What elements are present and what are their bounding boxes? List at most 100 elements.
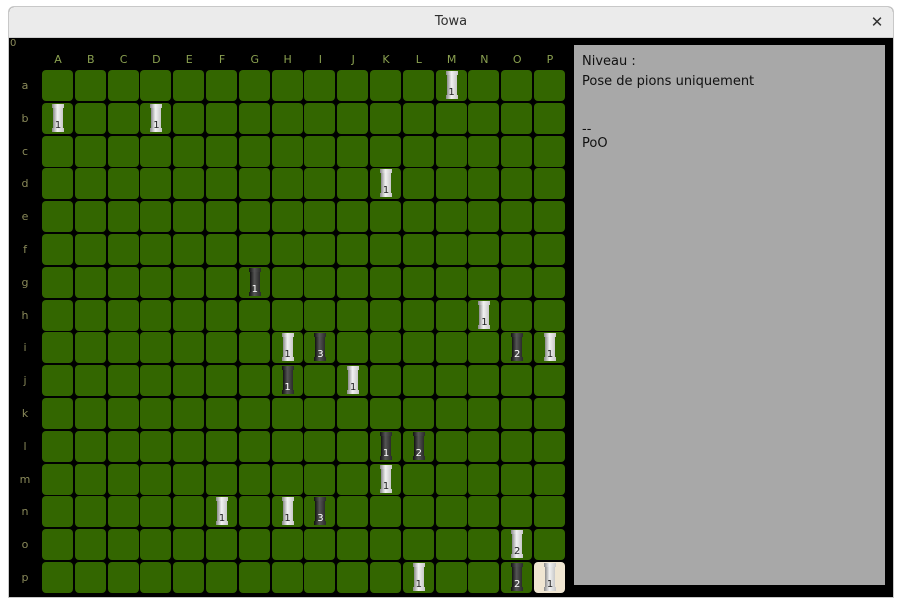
board-cell-eo[interactable] [501,201,533,233]
board-cell-bn[interactable] [468,102,500,134]
board-cell-eh[interactable] [271,201,303,233]
board-cell-am[interactable]: 1 [435,70,467,101]
board-cell-jn[interactable] [468,365,500,397]
board-cell-cb[interactable] [74,135,106,167]
board-cell-gg[interactable]: 1 [238,266,270,298]
board-cell-cp[interactable] [534,135,565,167]
board-cell-ok[interactable] [370,529,401,561]
board-cell-gi[interactable] [304,266,336,298]
board-cell-oa[interactable] [42,529,73,561]
board-cell-ni[interactable]: 3 [304,496,336,528]
board-cell-ac[interactable] [107,70,139,101]
board-cell-ed[interactable] [140,201,172,233]
board-cell-ek[interactable] [370,201,401,233]
board-cell-be[interactable] [173,102,205,134]
board-cell-lf[interactable] [206,430,237,462]
board-cell-hd[interactable] [140,299,172,331]
board-cell-jc[interactable] [107,365,139,397]
board-cell-ce[interactable] [173,135,205,167]
board-cell-hk[interactable] [370,299,401,331]
board-cell-pj[interactable] [337,562,369,593]
board-cell-fc[interactable] [107,234,139,265]
board-cell-bc[interactable] [107,102,139,134]
board-cell-dc[interactable] [107,168,139,200]
board-cell-ap[interactable] [534,70,565,101]
board-cell-bj[interactable] [337,102,369,134]
board-cell-al[interactable] [402,70,434,101]
board-cell-fi[interactable] [304,234,336,265]
board-cell-dl[interactable] [402,168,434,200]
board-cell-mh[interactable] [271,463,303,495]
board-cell-kj[interactable] [337,398,369,429]
board-cell-fp[interactable] [534,234,565,265]
board-cell-oh[interactable] [271,529,303,561]
board-cell-hc[interactable] [107,299,139,331]
board-cell-ca[interactable] [42,135,73,167]
board-cell-pa[interactable] [42,562,73,593]
board-cell-bb[interactable] [74,102,106,134]
board-cell-hl[interactable] [402,299,434,331]
board-cell-jj[interactable]: 1 [337,365,369,397]
board-cell-hg[interactable] [238,299,270,331]
board-cell-dm[interactable] [435,168,467,200]
board-cell-gf[interactable] [206,266,237,298]
board-cell-nb[interactable] [74,496,106,528]
board-cell-mb[interactable] [74,463,106,495]
board-cell-dn[interactable] [468,168,500,200]
board-cell-np[interactable] [534,496,565,528]
board-cell-ab[interactable] [74,70,106,101]
board-cell-hb[interactable] [74,299,106,331]
board-cell-oe[interactable] [173,529,205,561]
board-cell-hi[interactable] [304,299,336,331]
board-cell-ei[interactable] [304,201,336,233]
board-cell-il[interactable] [402,332,434,364]
board-cell-lo[interactable] [501,430,533,462]
board-cell-af[interactable] [206,70,237,101]
board-cell-nc[interactable] [107,496,139,528]
board-cell-ph[interactable] [271,562,303,593]
board-cell-ck[interactable] [370,135,401,167]
board-cell-dk[interactable]: 1 [370,168,401,200]
board-cell-no[interactable] [501,496,533,528]
board-cell-hf[interactable] [206,299,237,331]
board-cell-ml[interactable] [402,463,434,495]
board-cell-fo[interactable] [501,234,533,265]
board-cell-kb[interactable] [74,398,106,429]
board-cell-ep[interactable] [534,201,565,233]
board-cell-cg[interactable] [238,135,270,167]
board-cell-pb[interactable] [74,562,106,593]
board-cell-kg[interactable] [238,398,270,429]
board-cell-aj[interactable] [337,70,369,101]
board-cell-ea[interactable] [42,201,73,233]
board-cell-nm[interactable] [435,496,467,528]
board-cell-ib[interactable] [74,332,106,364]
board-cell-ng[interactable] [238,496,270,528]
board-cell-ji[interactable] [304,365,336,397]
board-cell-gc[interactable] [107,266,139,298]
board-cell-pm[interactable] [435,562,467,593]
board-cell-fj[interactable] [337,234,369,265]
board-cell-fe[interactable] [173,234,205,265]
board-cell-kl[interactable] [402,398,434,429]
board-cell-ak[interactable] [370,70,401,101]
board-cell-lh[interactable] [271,430,303,462]
board-cell-me[interactable] [173,463,205,495]
board-cell-gd[interactable] [140,266,172,298]
board-cell-eb[interactable] [74,201,106,233]
board-cell-cl[interactable] [402,135,434,167]
board-cell-bl[interactable] [402,102,434,134]
board-cell-kp[interactable] [534,398,565,429]
board-cell-pn[interactable] [468,562,500,593]
board-cell-bf[interactable] [206,102,237,134]
board-cell-bk[interactable] [370,102,401,134]
board-cell-of[interactable] [206,529,237,561]
board-cell-gn[interactable] [468,266,500,298]
board-cell-ho[interactable] [501,299,533,331]
board-cell-ld[interactable] [140,430,172,462]
board-cell-lc[interactable] [107,430,139,462]
board-cell-ee[interactable] [173,201,205,233]
board-cell-pi[interactable] [304,562,336,593]
board-cell-gk[interactable] [370,266,401,298]
board-cell-mo[interactable] [501,463,533,495]
board-cell-fl[interactable] [402,234,434,265]
